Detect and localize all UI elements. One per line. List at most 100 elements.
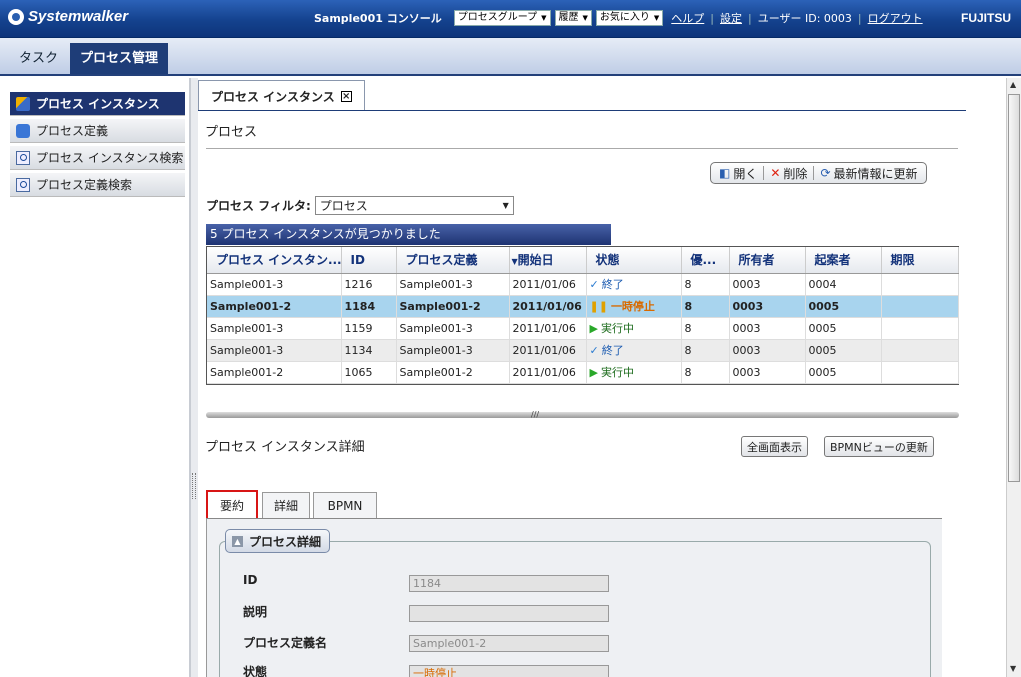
col-header-status[interactable]: 状態	[586, 247, 682, 274]
sidebar-item-process-definition[interactable]: プロセス定義	[10, 119, 185, 143]
cell-drafter: 0005	[805, 339, 882, 362]
table-row-selected[interactable]: Sample001-2 1184 Sample001-2 2011/01/06 …	[207, 295, 959, 318]
details-title: プロセス インスタンス詳細	[205, 440, 365, 455]
search-icon	[16, 177, 30, 192]
table-row[interactable]: Sample001-3 1216 Sample001-3 2011/01/06 …	[207, 273, 959, 296]
instance-toolbar: ◧ 開く ✕ 削除 ⟳ 最新情報に更新	[710, 162, 927, 184]
field-id: 1184	[409, 575, 609, 592]
scrollbar-thumb[interactable]	[1008, 94, 1020, 482]
filter-label: プロセス フィルタ:	[206, 199, 311, 213]
top-header-bar: Systemwalker Sample001 コンソール プロセスグループ ▼ 履…	[0, 0, 1021, 38]
cell-status: ✓ 終了	[586, 273, 682, 296]
check-icon: ✓	[589, 278, 599, 291]
col-header-instance[interactable]: プロセス インスタン...	[207, 247, 342, 274]
splitter-grip-icon: ///	[531, 410, 540, 419]
fujitsu-logo: FUJITSU	[960, 11, 1011, 25]
close-icon[interactable]: ×	[340, 90, 352, 102]
instance-table: プロセス インスタン... ID プロセス定義 ▼開始日 状態 優... 所有者…	[206, 246, 959, 385]
sidebar-splitter[interactable]	[190, 78, 198, 677]
process-definition-icon	[16, 123, 30, 138]
tab-details[interactable]: 詳細	[262, 492, 310, 518]
tab-process-instance[interactable]: プロセス インスタンス ×	[198, 80, 365, 111]
tab-process-management[interactable]: プロセス管理	[70, 43, 169, 74]
tab-summary[interactable]: 要約	[206, 490, 258, 520]
cell-definition: Sample001-3	[396, 273, 510, 296]
sidebar-item-process-instance[interactable]: プロセス インスタンス	[10, 92, 185, 116]
cell-id: 1134	[341, 339, 397, 362]
field-status: 一時停止	[409, 665, 609, 677]
help-link[interactable]: ヘルプ	[671, 10, 704, 26]
cell-priority: 8	[681, 317, 730, 340]
col-header-start-date[interactable]: ▼開始日	[509, 247, 587, 274]
cell-priority: 8	[681, 339, 730, 362]
content-panel: プロセス インスタンス × プロセス ◧ 開く ✕ 削除 ⟳ 最新情報に更新 プロセス …	[198, 78, 1006, 677]
cell-definition: Sample001-3	[396, 339, 510, 362]
sidebar-item-label: プロセス定義	[36, 124, 109, 138]
chevron-down-icon: ▼	[541, 14, 547, 22]
cell-id: 1184	[341, 295, 397, 318]
cell-date: 2011/01/06	[509, 361, 587, 384]
cell-name: Sample001-3	[207, 339, 342, 362]
refresh-button[interactable]: ⟳ 最新情報に更新	[816, 164, 921, 182]
open-button[interactable]: ◧ 開く	[715, 164, 761, 182]
process-instance-icon	[16, 96, 30, 111]
col-header-drafter[interactable]: 起案者	[805, 247, 882, 274]
field-label-id: ID	[243, 573, 258, 587]
col-header-owner[interactable]: 所有者	[729, 247, 806, 274]
process-filter-select[interactable]: プロセス ▼	[314, 196, 514, 215]
table-row[interactable]: Sample001-3 1134 Sample001-3 2011/01/06 …	[207, 339, 959, 362]
sidebar: プロセス インスタンス プロセス定義 プロセス インスタンス検索 プロセス定義検…	[0, 78, 190, 677]
chevron-down-icon: ▼	[502, 201, 509, 210]
cell-owner: 0003	[729, 273, 806, 296]
check-icon: ✓	[589, 344, 599, 357]
field-label-status: 状態	[243, 665, 268, 677]
col-header-due[interactable]: 期限	[881, 247, 959, 274]
cell-id: 1159	[341, 317, 397, 340]
table-row[interactable]: Sample001-2 1065 Sample001-2 2011/01/06 …	[207, 361, 959, 384]
systemwalker-logo: Systemwalker	[8, 8, 128, 25]
favorites-dropdown[interactable]: お気に入り ▼	[595, 10, 664, 26]
logo-mark-icon	[8, 8, 24, 25]
sidebar-item-definition-search[interactable]: プロセス定義検索	[10, 173, 185, 197]
field-label-definition-name: プロセス定義名	[243, 636, 328, 650]
sidebar-item-label: プロセス インスタンス検索	[36, 151, 184, 165]
col-header-id[interactable]: ID	[341, 247, 397, 274]
process-group-dropdown[interactable]: プロセスグループ ▼	[453, 10, 551, 26]
table-row[interactable]: Sample001-3 1159 Sample001-3 2011/01/06 …	[207, 317, 959, 340]
running-play-icon: ▶	[589, 322, 598, 335]
chevron-down-icon: ▼	[653, 14, 660, 22]
logout-link[interactable]: ログアウト	[868, 10, 923, 26]
cell-definition: Sample001-2	[396, 361, 510, 384]
sidebar-item-instance-search[interactable]: プロセス インスタンス検索	[10, 146, 185, 170]
user-id-label: ユーザー ID: 0003	[757, 12, 852, 25]
sidebar-item-label: プロセス定義検索	[36, 178, 133, 192]
pause-icon: ❚❚	[589, 300, 608, 313]
settings-link[interactable]: 設定	[720, 10, 742, 26]
panel-splitter[interactable]: ///	[206, 410, 959, 419]
vertical-scrollbar[interactable]: ▲ ▼	[1006, 78, 1021, 677]
cell-owner: 0003	[729, 361, 806, 384]
fullscreen-button[interactable]: 全画面表示	[741, 436, 808, 457]
cell-drafter: 0005	[805, 361, 882, 384]
running-play-icon: ▶	[589, 366, 598, 379]
tab-bpmn[interactable]: BPMN	[313, 492, 377, 518]
refresh-icon: ⟳	[820, 166, 831, 180]
result-count-banner: 5 プロセス インスタンスが見つかりました	[206, 224, 611, 245]
history-dropdown[interactable]: 履歴 ▼	[554, 10, 592, 26]
process-detail-legend[interactable]: ▲ プロセス詳細	[225, 529, 331, 553]
bpmn-refresh-button[interactable]: BPMNビューの更新	[824, 436, 934, 457]
scroll-up-icon[interactable]: ▲	[1010, 80, 1016, 89]
cell-status: ✓ 終了	[586, 339, 682, 362]
delete-button[interactable]: ✕ 削除	[766, 164, 811, 182]
cell-date: 2011/01/06	[509, 273, 587, 296]
cell-drafter: 0004	[805, 273, 882, 296]
cell-owner: 0003	[729, 339, 806, 362]
sidebar-item-label: プロセス インスタンス	[36, 97, 160, 111]
scroll-down-icon[interactable]: ▼	[1010, 664, 1016, 673]
tab-task[interactable]: タスク	[9, 43, 68, 74]
cell-due	[881, 361, 959, 384]
cell-status: ▶ 実行中	[586, 317, 682, 340]
col-header-definition[interactable]: プロセス定義	[396, 247, 510, 274]
field-definition-name: Sample001-2	[409, 635, 609, 652]
col-header-priority[interactable]: 優...	[681, 247, 730, 274]
